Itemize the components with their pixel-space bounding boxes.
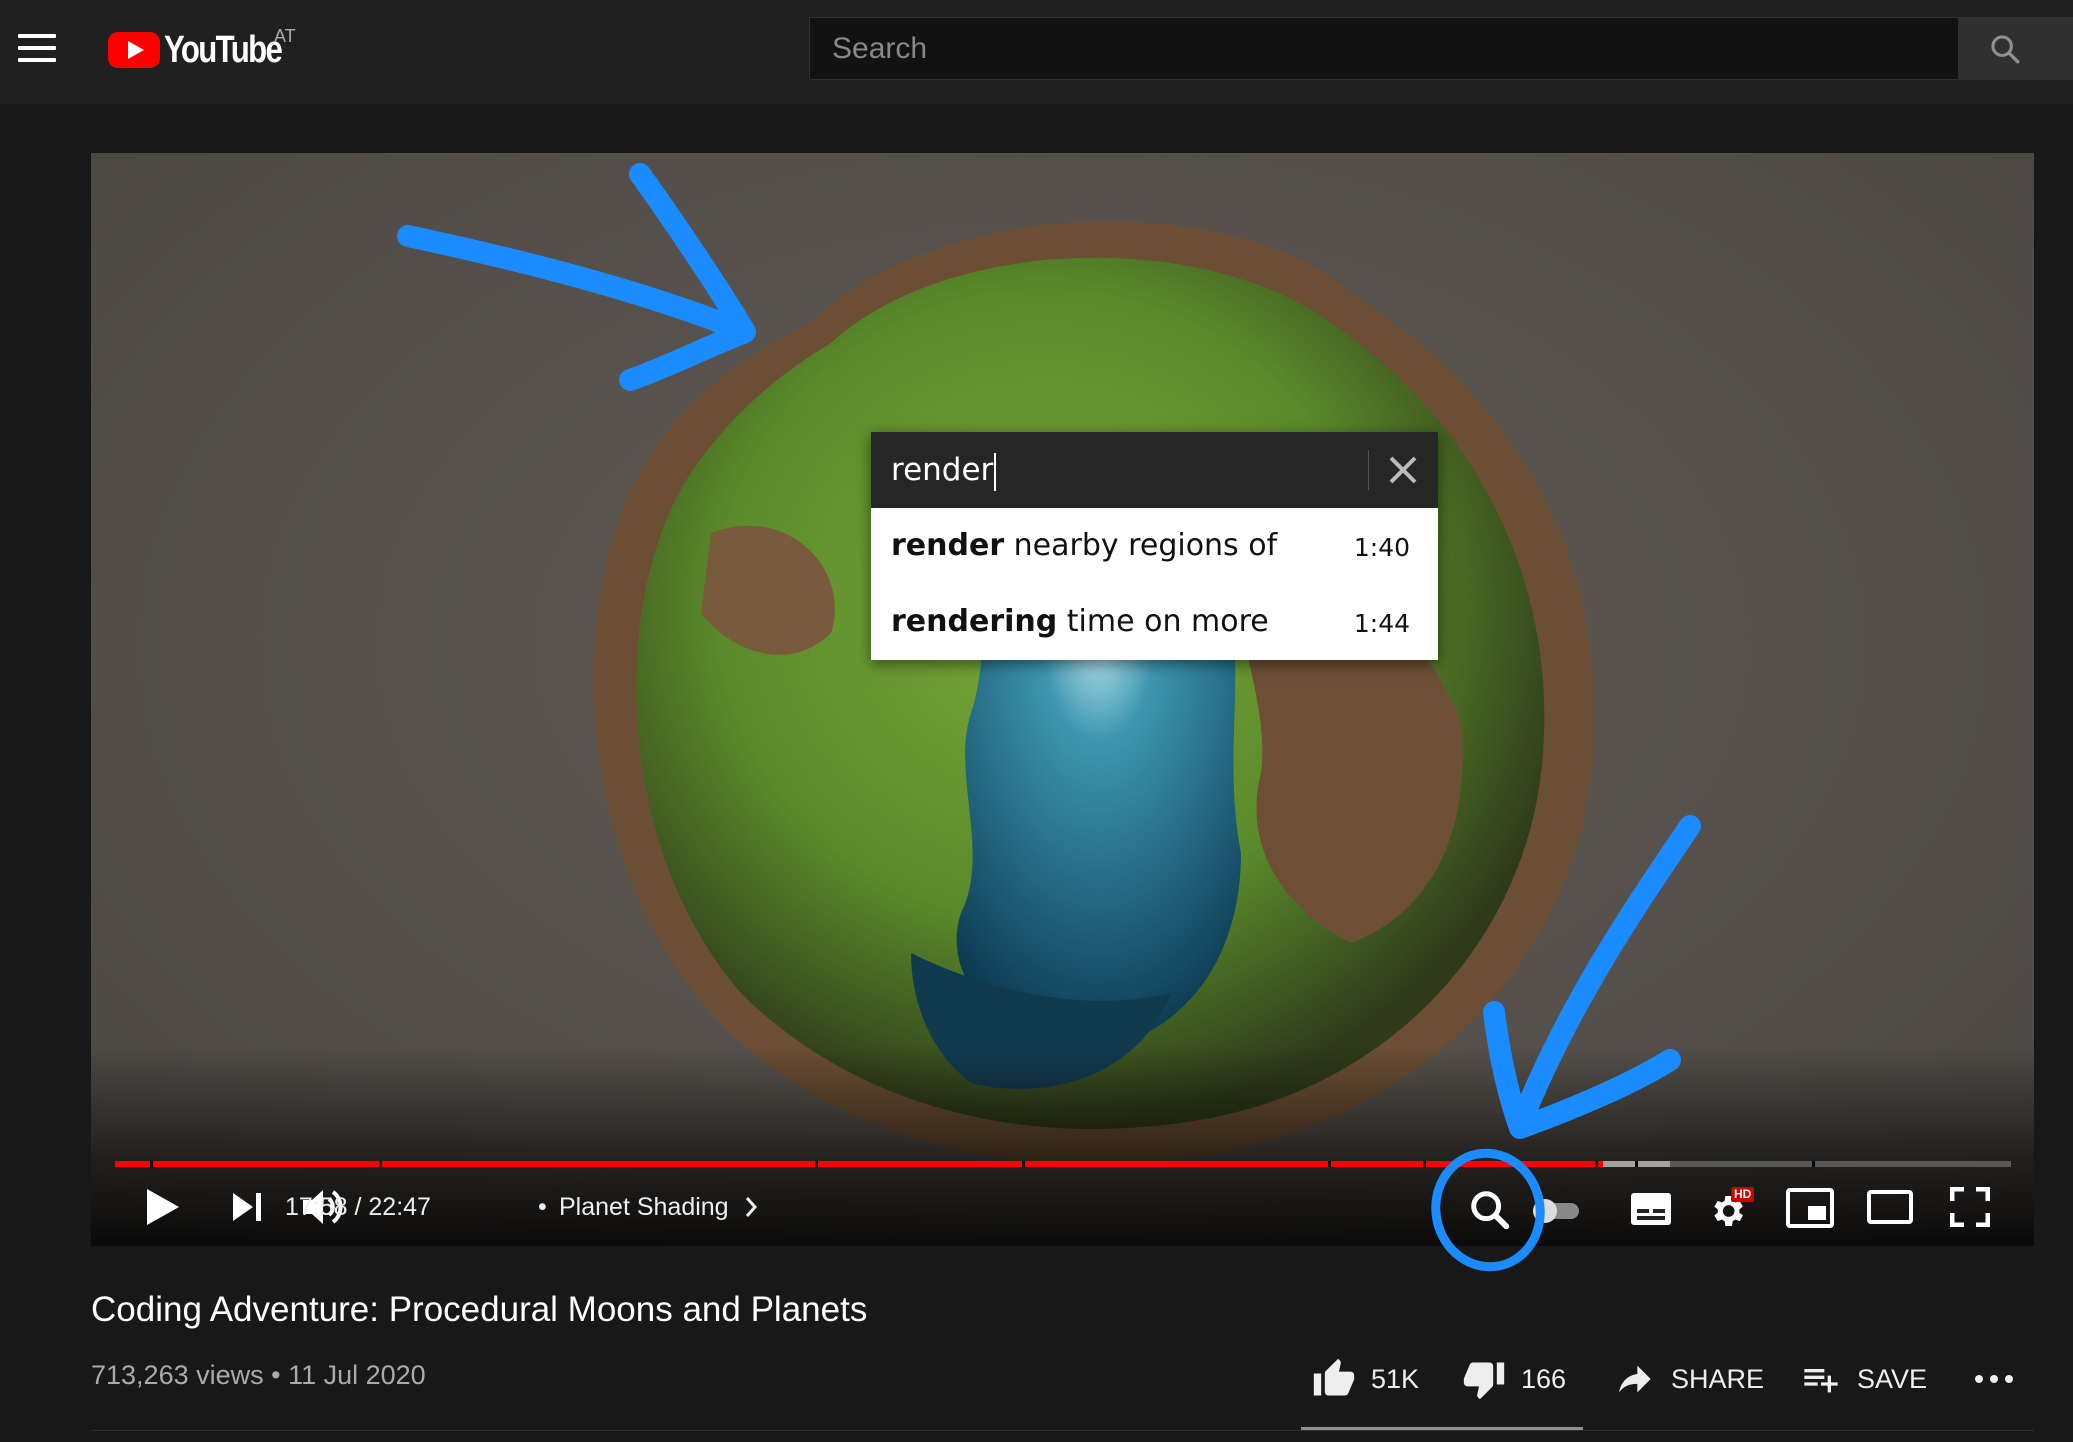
play-icon[interactable] [143,1185,183,1229]
region-code: AT [274,26,296,46]
time-display: 17:58 / 22:47 [285,1193,431,1221]
divider [1368,450,1369,490]
search-input[interactable] [810,18,1958,79]
result-match: render [891,528,1005,563]
text-caret [994,452,997,491]
add-to-playlist-icon [1804,1369,1838,1393]
chapter-gap [379,1161,382,1167]
chapter-gap [1328,1161,1331,1167]
chapter-gap [815,1161,818,1167]
transcript-search-popup: render render nearby regions of 1:40 ren… [871,432,1438,660]
result-match: rendering [891,604,1058,639]
chapter-title[interactable]: Planet Shading [559,1193,758,1222]
progress-bar[interactable] [115,1161,2011,1167]
time-separator: • [538,1193,547,1221]
settings-button[interactable]: HD [1707,1187,1755,1233]
dislike-button[interactable]: 166 [1461,1354,1566,1404]
share-button[interactable]: SHARE [1611,1354,1764,1404]
thumbs-up-icon [1313,1358,1355,1396]
chapter-title-text: Planet Shading [559,1193,729,1221]
miniplayer-icon[interactable] [1786,1188,1834,1228]
youtube-logo[interactable]: YouTube AT [108,26,307,72]
more-actions-button[interactable] [1974,1354,2028,1404]
theater-mode-icon[interactable] [1867,1190,1913,1224]
transcript-search-header: render [871,432,1438,508]
top-bar: YouTube AT [0,0,2073,104]
result-timestamp: 1:44 [1353,609,1410,638]
hd-badge: HD [1731,1187,1755,1202]
autoplay-toggle[interactable] [1531,1197,1581,1225]
result-text: render nearby regions of [891,526,1277,566]
transcript-result-item[interactable]: render nearby regions of 1:40 [871,508,1438,584]
subtitles-icon[interactable] [1629,1191,1673,1227]
search-icon [1991,35,2020,64]
progress-played [115,1161,1603,1167]
youtube-play-icon [108,32,160,68]
video-meta: 713,263 views • 11 Jul 2020 [91,1360,426,1390]
dislike-count: 166 [1521,1363,1567,1394]
chapter-gap [1022,1161,1025,1167]
chapter-gap [1812,1161,1815,1167]
divider [91,1430,2034,1431]
save-button[interactable]: SAVE [1799,1354,1927,1404]
save-label: SAVE [1857,1363,1928,1394]
video-player[interactable]: render render nearby regions of 1:40 ren… [91,153,2034,1246]
share-label: SHARE [1671,1363,1765,1394]
chevron-right-icon [745,1197,757,1217]
close-icon[interactable] [1385,452,1421,488]
transcript-search-input[interactable]: render [891,450,997,491]
video-title: Coding Adventure: Procedural Moons and P… [91,1290,868,1329]
search-button[interactable] [1959,17,2073,80]
next-icon[interactable] [231,1191,265,1223]
chapter-gap [150,1161,153,1167]
thumbs-down-icon [1463,1362,1505,1400]
more-horizontal-icon [1975,1375,2013,1383]
logo-text: YouTube [164,29,283,71]
hamburger-menu-icon[interactable] [18,34,56,62]
result-rest: time on more [1057,604,1269,639]
chapter-gap [1635,1161,1638,1167]
search-box [809,17,1959,80]
result-text: rendering time on more [891,602,1269,642]
like-button[interactable]: 51K [1311,1354,1419,1404]
chapter-gap [1423,1161,1426,1167]
like-count: 51K [1371,1363,1420,1394]
result-rest: nearby regions of [1004,528,1278,563]
result-timestamp: 1:40 [1353,533,1410,562]
chapter-gap [1595,1161,1598,1167]
share-icon [1619,1365,1651,1393]
transcript-result-item[interactable]: rendering time on more 1:44 [871,584,1438,660]
fullscreen-icon[interactable] [1950,1187,1990,1227]
transcript-search-query: render [891,452,994,488]
transcript-search-icon[interactable] [1467,1187,1513,1233]
